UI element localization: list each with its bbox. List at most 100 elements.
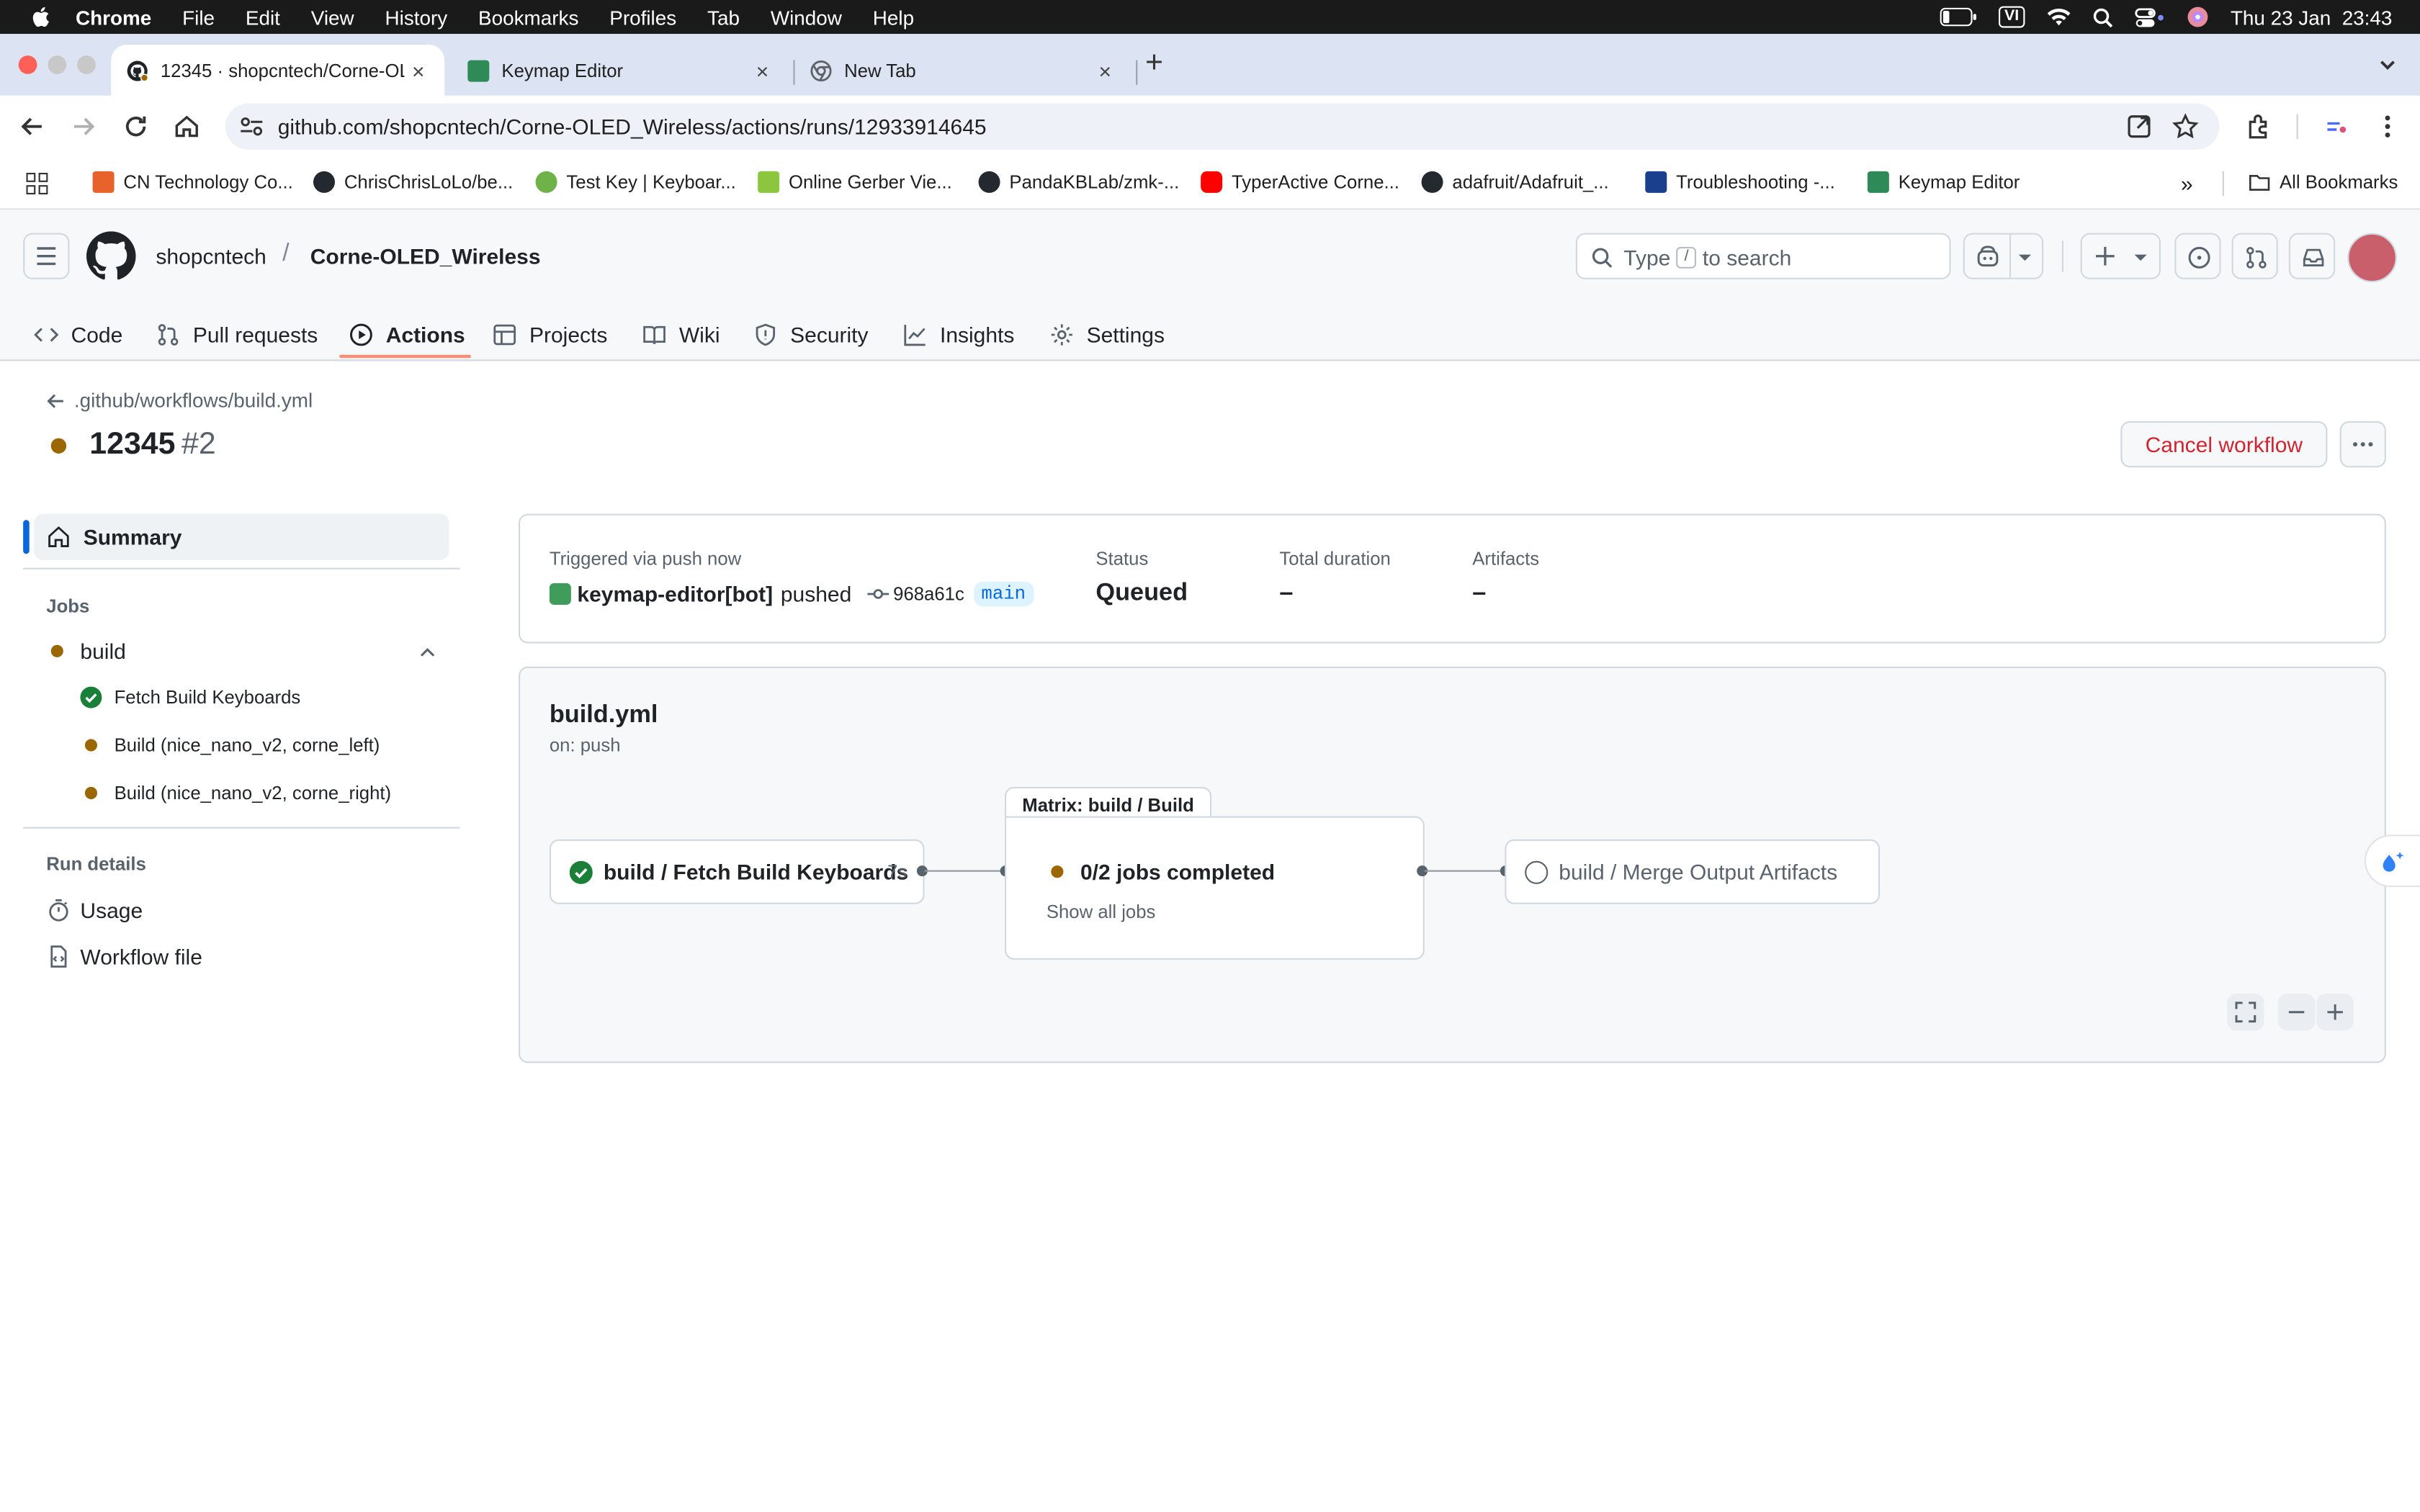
bookmark-troubleshooting[interactable]: Troubleshooting -... xyxy=(1645,171,1835,193)
sidebar-divider xyxy=(23,827,460,829)
chevron-down-icon[interactable] xyxy=(2017,251,2033,264)
browser-tab-actions-run[interactable]: 12345 · shopcntech/Corne-OLED_Wireless × xyxy=(111,45,445,96)
bookmark-label: Troubleshooting -... xyxy=(1676,171,1835,193)
create-new-button[interactable] xyxy=(2080,233,2161,279)
repo-owner-link[interactable]: shopcntech xyxy=(156,244,266,269)
menu-help[interactable]: Help xyxy=(873,6,914,29)
new-tab-plus-icon[interactable]: + xyxy=(1145,46,1163,81)
bookmarks-overflow-chevron-icon[interactable]: » xyxy=(2181,171,2193,196)
pull-requests-button[interactable] xyxy=(2231,233,2278,279)
sidebar-item-usage[interactable]: Usage xyxy=(46,898,143,922)
tab-close-icon[interactable]: × xyxy=(1091,58,1119,82)
siri-icon[interactable] xyxy=(2187,6,2209,28)
matrix-node-build[interactable]: 0/2 jobs completed Show all jobs xyxy=(1005,816,1425,960)
open-in-app-icon[interactable] xyxy=(2125,112,2154,140)
show-all-jobs-link[interactable]: Show all jobs xyxy=(1047,901,1156,922)
zoom-out-button[interactable] xyxy=(2277,994,2316,1031)
bookmark-star-icon[interactable] xyxy=(2172,112,2200,140)
tab-settings[interactable]: Settings xyxy=(1049,312,1165,358)
bookmark-cn-technology[interactable]: CN Technology Co... xyxy=(92,171,293,193)
menu-chrome[interactable]: Chrome xyxy=(76,6,151,29)
issues-button[interactable] xyxy=(2174,233,2221,279)
repo-name-link[interactable]: Corne-OLED_Wireless xyxy=(310,244,541,269)
window-zoom-button[interactable] xyxy=(77,55,96,74)
sidebar-job-build-corne-right[interactable]: Build (nice_nano_v2, corne_right) xyxy=(84,782,391,804)
fullscreen-button[interactable] xyxy=(2227,994,2264,1031)
bookmark-pandakblab[interactable]: PandaKBLab/zmk-... xyxy=(978,171,1179,193)
user-avatar[interactable] xyxy=(2347,233,2397,283)
job-node-fetch-build-keyboards[interactable]: build / Fetch Build Keyboards 7s xyxy=(549,839,925,904)
tab-insights[interactable]: Insights xyxy=(903,312,1014,358)
tab-projects[interactable]: Projects xyxy=(493,312,607,358)
browser-tab-keymap-editor[interactable]: Keymap Editor × xyxy=(452,45,789,96)
menu-file[interactable]: File xyxy=(182,6,215,29)
window-minimize-button[interactable] xyxy=(48,55,67,74)
battery-icon[interactable] xyxy=(1940,7,1976,27)
bookmark-chrischrislolo[interactable]: ChrisChrisLoLo/be... xyxy=(313,171,513,193)
tab-search-chevron-icon[interactable] xyxy=(2377,54,2398,76)
cancel-workflow-button[interactable]: Cancel workflow xyxy=(2120,421,2328,468)
menu-window[interactable]: Window xyxy=(771,6,842,29)
chrome-menu-kebab-icon[interactable] xyxy=(2372,111,2403,142)
all-bookmarks-folder[interactable]: All Bookmarks xyxy=(2249,171,2398,193)
commit-sha-link[interactable]: 968a61c xyxy=(893,583,964,605)
inbox-button[interactable] xyxy=(2288,233,2336,279)
spotlight-search-icon[interactable] xyxy=(2093,7,2113,27)
extensions-icon[interactable] xyxy=(2244,111,2275,142)
tab-actions[interactable]: Actions xyxy=(349,312,465,358)
copilot-button[interactable] xyxy=(1963,233,2044,279)
sidebar-job-fetch-build-keyboards[interactable]: Fetch Build Keyboards xyxy=(80,686,300,708)
menu-bookmarks[interactable]: Bookmarks xyxy=(478,6,578,29)
tab-security[interactable]: Security xyxy=(753,312,869,358)
input-source-badge[interactable]: VI xyxy=(1998,6,2025,28)
control-center-icon[interactable] xyxy=(2135,7,2166,27)
chevron-up-icon[interactable] xyxy=(418,644,437,662)
bookmark-typeractive-corne[interactable]: TyperActive Corne... xyxy=(1201,171,1399,193)
browser-tab-new-tab[interactable]: New Tab × xyxy=(795,45,1131,96)
zoom-in-button[interactable] xyxy=(2316,994,2354,1031)
address-bar[interactable]: github.com/shopcntech/Corne-OLED_Wireles… xyxy=(225,103,2220,150)
sidebar-item-workflow-file[interactable]: Workflow file xyxy=(46,944,202,969)
menu-tab[interactable]: Tab xyxy=(707,6,740,29)
menu-edit[interactable]: Edit xyxy=(246,6,280,29)
global-nav-menu-button[interactable] xyxy=(23,233,70,279)
sidebar-job-group-build[interactable]: build xyxy=(50,639,437,663)
bookmark-keymap-editor[interactable]: Keymap Editor xyxy=(1867,171,2020,193)
menu-profiles[interactable]: Profiles xyxy=(609,6,676,29)
branch-label[interactable]: main xyxy=(973,581,1034,607)
tab-wiki[interactable]: Wiki xyxy=(642,312,720,358)
apple-logo-icon[interactable] xyxy=(30,6,51,28)
github-logo-icon[interactable] xyxy=(86,231,136,281)
forward-arrow-icon[interactable] xyxy=(68,111,99,142)
apps-grid-icon[interactable] xyxy=(26,173,48,194)
actor-link[interactable]: keymap-editor[bot] xyxy=(577,582,773,606)
run-options-button[interactable] xyxy=(2339,421,2386,468)
floating-assistant-button[interactable] xyxy=(2364,834,2420,888)
job-node-merge-output-artifacts[interactable]: build / Merge Output Artifacts xyxy=(1505,839,1880,904)
site-settings-icon[interactable] xyxy=(239,116,264,138)
sidebar-job-build-corne-left[interactable]: Build (nice_nano_v2, corne_left) xyxy=(84,734,380,756)
search-input[interactable]: Type / to search xyxy=(1575,233,1951,279)
workflow-back-link[interactable]: .github/workflows/build.yml xyxy=(46,389,313,412)
tab-close-icon[interactable]: × xyxy=(748,58,776,82)
bookmark-adafruit[interactable]: adafruit/Adafruit_... xyxy=(1421,171,1609,193)
translate-extension-icon[interactable] xyxy=(2321,111,2352,142)
sidebar-item-label: Usage xyxy=(80,898,143,923)
pending-circle-icon xyxy=(1525,860,1549,884)
tab-code[interactable]: Code xyxy=(34,312,122,358)
shield-icon xyxy=(756,323,776,346)
bookmark-test-key[interactable]: Test Key | Keyboar... xyxy=(535,171,736,193)
bookmark-gerber-viewer[interactable]: Online Gerber Vie... xyxy=(758,171,952,193)
wifi-icon[interactable] xyxy=(2047,8,2071,27)
window-close-button[interactable] xyxy=(18,55,37,74)
menu-bar-clock[interactable]: Thu 23 Jan 23:43 xyxy=(2231,6,2393,29)
tab-close-icon[interactable]: × xyxy=(404,58,432,82)
sidebar-item-summary[interactable]: Summary xyxy=(34,513,449,560)
menu-history[interactable]: History xyxy=(385,6,448,29)
menu-view[interactable]: View xyxy=(311,6,354,29)
reload-icon[interactable] xyxy=(120,111,151,142)
home-icon[interactable] xyxy=(171,111,202,142)
bookmark-label: TyperActive Corne... xyxy=(1232,171,1399,193)
back-arrow-icon[interactable] xyxy=(17,111,48,142)
tab-pull-requests[interactable]: Pull requests xyxy=(156,312,318,358)
